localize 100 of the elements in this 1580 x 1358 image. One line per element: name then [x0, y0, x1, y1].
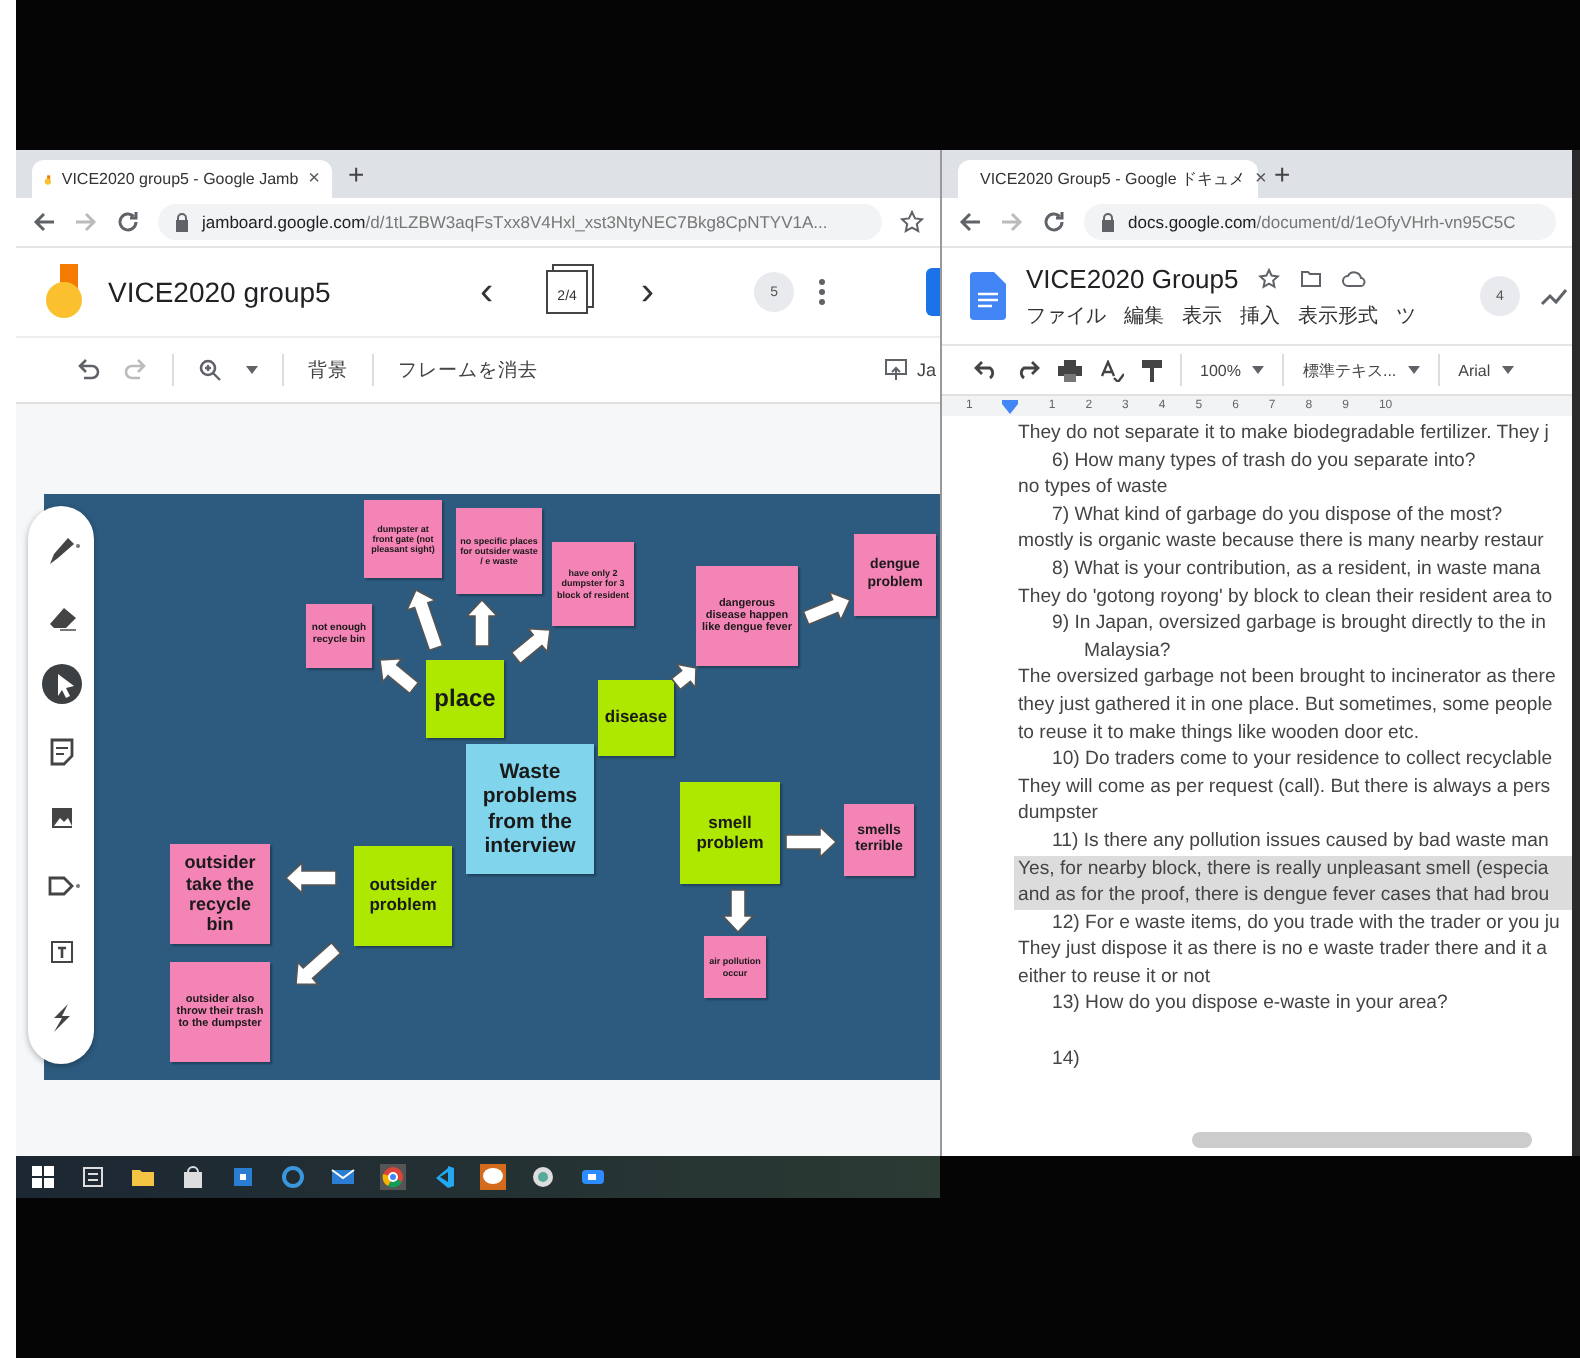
text-line: 11) Is there any pollution issues caused by bad waste man	[1050, 827, 1551, 855]
background-button[interactable]: 背景	[308, 357, 348, 383]
text-line: 7) What kind of garbage do you dispose of the most?	[1050, 501, 1505, 529]
url-text: docs.google.com/document/d/1eOfyVHrh-vn95C5C	[1128, 212, 1516, 232]
reload-icon[interactable]	[116, 210, 140, 234]
browser-tab[interactable]: VICE2020 group5 - Google Jamb ×	[32, 160, 332, 198]
video-camera-icon[interactable]	[580, 1164, 606, 1190]
jamboard-logo-icon	[44, 264, 84, 320]
pointer-icon[interactable]	[41, 664, 81, 705]
text-line: they just gathered it in one place. But sometimes, some people	[1018, 691, 1555, 720]
menu-item[interactable]: 挿入	[1240, 301, 1280, 329]
close-icon[interactable]: ×	[1255, 168, 1267, 190]
arrow[interactable]	[465, 598, 499, 647]
folder-icon[interactable]	[130, 1164, 156, 1190]
arrow[interactable]	[379, 657, 420, 695]
next-frame-button[interactable]: ›	[640, 272, 655, 312]
tab-title: VICE2020 Group5 - Google ドキュメ	[980, 168, 1246, 190]
screen-icon	[884, 358, 909, 382]
tab-title: VICE2020 group5 - Google Jamb	[61, 170, 299, 188]
new-tab-button[interactable]: +	[1274, 160, 1291, 188]
print-icon[interactable]	[1058, 359, 1082, 381]
style-dropdown[interactable]: 標準テキス...	[1302, 359, 1421, 381]
dropdown-icon	[1408, 366, 1421, 374]
text-line: 13) How do you dispose e-waste in your area?	[1050, 990, 1450, 1019]
text-line: The oversized garbage not been brought to incinerator as there	[1018, 664, 1558, 692]
text-line: They will come as per request (call). But there is always a pers	[1018, 773, 1553, 801]
sticky-note[interactable]: place	[426, 660, 504, 738]
reload-icon[interactable]	[1042, 210, 1066, 234]
font-dropdown[interactable]: Arial	[1458, 361, 1515, 379]
spellcheck-icon[interactable]	[1100, 359, 1124, 381]
sticky-note[interactable]: Waste problems from the interview	[466, 744, 594, 874]
more-icon[interactable]	[818, 278, 827, 306]
board-title: VICE2020 group5	[108, 276, 333, 308]
address-field[interactable]: jamboard.google.com/d/1tLZBW3aqFsTxx8V4Hxl_xst3NtyNEC7Bkg8CpNTYV1A...	[158, 204, 882, 240]
chrome-icon[interactable]	[380, 1164, 406, 1190]
text-line: no types of waste	[1018, 474, 1170, 502]
star-icon[interactable]	[1258, 267, 1281, 289]
clear-frame-button[interactable]: フレームを消去	[398, 357, 538, 383]
dropdown-icon	[1252, 366, 1265, 374]
dropdown-icon[interactable]	[246, 366, 258, 374]
undo-icon[interactable]	[974, 360, 998, 380]
back-icon[interactable]	[32, 210, 56, 234]
new-tab-button[interactable]: +	[348, 160, 365, 188]
indent-marker-icon[interactable]	[1002, 399, 1019, 413]
close-icon[interactable]: ×	[308, 168, 320, 190]
arrow[interactable]	[721, 889, 755, 934]
url-text: jamboard.google.com/d/1tLZBW3aqFsTxx8V4Hxl_xst3NtyNEC7Bkg8CpNTYV1A...	[202, 212, 828, 232]
star-icon[interactable]	[900, 210, 924, 234]
text-line: Malaysia?	[1082, 637, 1173, 665]
text-line: They do 'gotong royong' by block to clean their resident area to	[1018, 583, 1555, 611]
arrow[interactable]	[405, 588, 444, 652]
chat-bubble-icon[interactable]	[480, 1164, 506, 1190]
address-field[interactable]: docs.google.com/document/d/1eOfyVHrh-vn95C5C	[1084, 204, 1556, 240]
text-line: 10) Do traders come to your residence to collect recyclable	[1050, 746, 1555, 774]
sticky-note[interactable]: outsider problem	[354, 846, 452, 946]
zoom-icon[interactable]	[198, 358, 222, 382]
lock-icon	[174, 212, 190, 232]
menu-item[interactable]: 表示形式	[1298, 301, 1378, 329]
arrow[interactable]	[785, 825, 838, 859]
back-icon[interactable]	[958, 210, 982, 234]
circle-app-icon[interactable]	[530, 1164, 556, 1190]
folder-icon[interactable]	[1300, 268, 1323, 288]
menu-item[interactable]: 表示	[1182, 301, 1222, 329]
sticky-note[interactable]: disease	[598, 680, 674, 756]
redo-icon[interactable]	[1016, 360, 1040, 380]
menu-item[interactable]: 編集	[1124, 301, 1164, 329]
document-icon	[970, 272, 1006, 320]
share-button[interactable]	[926, 268, 940, 316]
text-line: They do not separate it to make biodegradable fertilizer. They j	[1018, 420, 1551, 448]
arrow[interactable]	[295, 941, 342, 986]
previous-frame-button[interactable]: ‹	[480, 272, 494, 312]
arrow[interactable]	[510, 627, 551, 665]
text-line: 6) How many types of trash do you separate into?	[1050, 447, 1478, 475]
menu-item[interactable]: ツ	[1396, 301, 1416, 329]
text-line: dumpster	[1018, 800, 1100, 828]
scrollbar-thumb[interactable]	[1192, 1132, 1532, 1148]
undo-icon[interactable]	[76, 358, 100, 382]
zoom-dropdown[interactable]: 100%	[1200, 361, 1265, 379]
paint-format-icon[interactable]	[1142, 359, 1162, 381]
cloud-icon[interactable]	[1342, 269, 1367, 287]
menu-item[interactable]: ファイル	[1026, 301, 1106, 329]
mail-icon[interactable]	[330, 1164, 356, 1190]
text-line: 14)	[1050, 1045, 1082, 1073]
text-line: 8) What is your contribution, as a resident, in waste mana	[1050, 555, 1543, 584]
app-square-icon[interactable]	[230, 1164, 256, 1190]
arrow[interactable]	[670, 663, 697, 691]
arrow[interactable]	[802, 590, 852, 626]
trend-icon[interactable]	[1540, 286, 1568, 306]
task-view-icon[interactable]	[80, 1164, 106, 1190]
dropdown-icon	[1502, 366, 1515, 374]
sticky-note[interactable]: outsider take the recycle bin	[170, 844, 270, 944]
windows-logo-icon[interactable]	[30, 1164, 56, 1190]
arrow[interactable]	[284, 861, 337, 895]
text-line: 12) For e waste items, do you trade with the trader or you ju	[1050, 909, 1562, 937]
shopping-bag-icon[interactable]	[180, 1164, 206, 1190]
sticky-note[interactable]: smell problem	[680, 782, 780, 884]
text-line: They just dispose it as there is no e waste trader there and it a	[1018, 936, 1550, 964]
text-line: mostly is organic waste because there is many nearby restaur	[1018, 528, 1546, 556]
browser-e-icon[interactable]	[280, 1164, 306, 1190]
present-button[interactable]: Ja	[884, 358, 940, 382]
